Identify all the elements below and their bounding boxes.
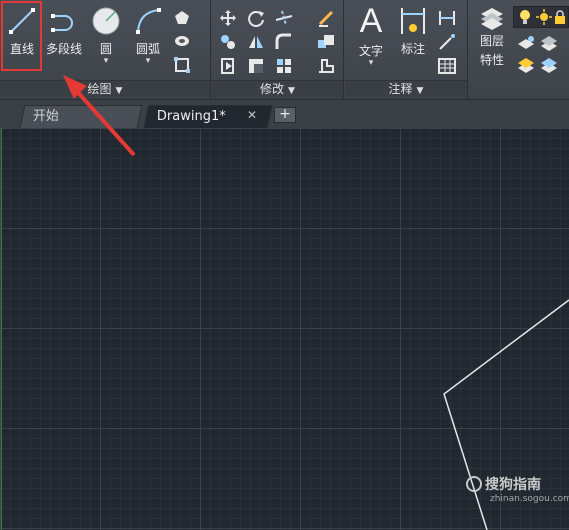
annotation-arrow: [62, 74, 136, 157]
sogou-logo-icon: [466, 476, 482, 492]
canvas-overlay: [62, 74, 569, 530]
watermark: 搜狗指南 zhinan.sogou.com: [466, 474, 569, 504]
watermark-main-text: 搜狗指南: [485, 477, 541, 493]
watermark-sub-text: zhinan.sogou.com: [490, 494, 569, 504]
